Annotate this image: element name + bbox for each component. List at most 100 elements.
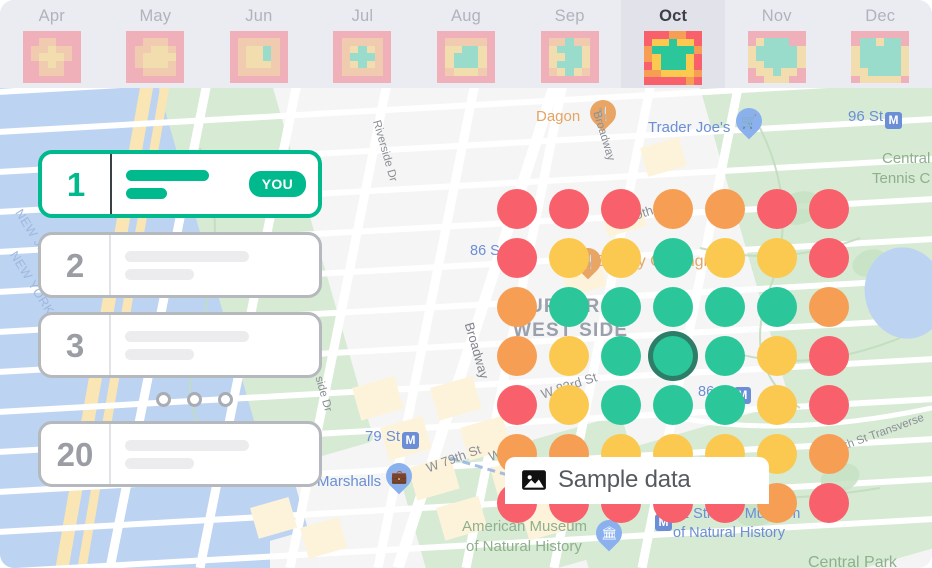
grid-dot-yellow[interactable]: [705, 237, 745, 278]
grid-dot-orange[interactable]: [809, 433, 849, 474]
grid-cell-3-5[interactable]: [751, 331, 803, 380]
grid-cell-0-2[interactable]: [595, 184, 647, 233]
grid-cell-1-5[interactable]: [751, 233, 803, 282]
grid-dot-green[interactable]: [757, 286, 797, 327]
grid-dot-orange[interactable]: [653, 188, 693, 229]
grid-dot-red[interactable]: [757, 188, 797, 229]
grid-dot-red[interactable]: [601, 188, 641, 229]
grid-cell-1-1[interactable]: [543, 233, 595, 282]
leaderboard-row-2[interactable]: 2: [38, 232, 322, 298]
ellipsis-dot: [217, 392, 233, 407]
grid-dot-orange[interactable]: [497, 335, 537, 376]
grid-cell-1-0[interactable]: [491, 233, 543, 282]
grid-cell-2-2[interactable]: [595, 282, 647, 331]
grid-cell-3-0[interactable]: [491, 331, 543, 380]
month-selector-strip[interactable]: Apr May Jun Jul Aug Sep Oct Nov Dec: [0, 0, 932, 88]
leaderboard-row-1[interactable]: 1 YOU: [38, 150, 322, 218]
grid-dot-red[interactable]: [809, 335, 849, 376]
grid-dot-green[interactable]: [653, 384, 693, 425]
grid-cell-5-6[interactable]: [803, 429, 855, 478]
leaderboard-row-20[interactable]: 20: [38, 421, 322, 487]
grid-cell-2-6[interactable]: [803, 282, 855, 331]
grid-dot-green[interactable]: [653, 237, 693, 278]
grid-cell-2-0[interactable]: [491, 282, 543, 331]
grid-dot-red[interactable]: [497, 237, 537, 278]
grid-cell-0-5[interactable]: [751, 184, 803, 233]
grid-cell-4-2[interactable]: [595, 380, 647, 429]
grid-cell-1-6[interactable]: [803, 233, 855, 282]
month-thumbnail-aug: [437, 31, 496, 83]
month-tab-jul[interactable]: Jul: [311, 0, 415, 88]
grid-cell-2-4[interactable]: [699, 282, 751, 331]
month-tab-apr[interactable]: Apr: [0, 0, 104, 88]
grid-dot-red[interactable]: [497, 384, 537, 425]
month-tab-sep[interactable]: Sep: [518, 0, 622, 88]
grid-dot-green[interactable]: [601, 384, 641, 425]
month-tab-may[interactable]: May: [104, 0, 208, 88]
grid-cell-3-6[interactable]: [803, 331, 855, 380]
grid-dot-red[interactable]: [497, 188, 537, 229]
grid-dot-orange[interactable]: [497, 286, 537, 327]
grid-cell-0-4[interactable]: [699, 184, 751, 233]
grid-cell-0-1[interactable]: [543, 184, 595, 233]
grid-dot-green[interactable]: [549, 286, 589, 327]
grid-dot-selected[interactable]: [653, 335, 693, 376]
grid-cell-4-6[interactable]: [803, 380, 855, 429]
grid-cell-3-3[interactable]: [647, 331, 699, 380]
grid-dot-green[interactable]: [705, 335, 745, 376]
grid-dot-green[interactable]: [705, 384, 745, 425]
grid-cell-0-6[interactable]: [803, 184, 855, 233]
grid-cell-0-3[interactable]: [647, 184, 699, 233]
grid-cell-4-0[interactable]: [491, 380, 543, 429]
grid-cell-4-5[interactable]: [751, 380, 803, 429]
map-label-trader-joes: Trader Joe's: [648, 119, 731, 136]
month-tab-oct[interactable]: Oct: [621, 0, 725, 88]
leaderboard-row-3[interactable]: 3: [38, 312, 322, 378]
grid-dot-yellow[interactable]: [549, 384, 589, 425]
month-tab-dec[interactable]: Dec: [829, 0, 932, 88]
grid-dot-yellow[interactable]: [757, 335, 797, 376]
grid-dot-yellow[interactable]: [549, 335, 589, 376]
grid-cell-1-4[interactable]: [699, 233, 751, 282]
grid-dot-red[interactable]: [809, 237, 849, 278]
grid-cell-3-2[interactable]: [595, 331, 647, 380]
grid-dot-red[interactable]: [809, 188, 849, 229]
grid-cell-2-1[interactable]: [543, 282, 595, 331]
grid-cell-1-2[interactable]: [595, 233, 647, 282]
store-pin-marshalls[interactable]: 💼: [380, 457, 418, 497]
grid-cell-0-0[interactable]: [491, 184, 543, 233]
leaderboard-name-placeholder-1: [126, 169, 241, 199]
grid-cell-4-4[interactable]: [699, 380, 751, 429]
grid-dot-green[interactable]: [705, 286, 745, 327]
grid-dot-red[interactable]: [549, 188, 589, 229]
grid-cell-3-1[interactable]: [543, 331, 595, 380]
store-pin-trader-joes[interactable]: 🛒: [730, 102, 768, 142]
grid-dot-red[interactable]: [809, 482, 849, 523]
grid-dot-yellow[interactable]: [601, 237, 641, 278]
grid-cell-3-4[interactable]: [699, 331, 751, 380]
month-tab-aug[interactable]: Aug: [414, 0, 518, 88]
grid-dot-yellow[interactable]: [757, 237, 797, 278]
grid-dot-red[interactable]: [809, 384, 849, 425]
leaderboard-body-1: YOU: [112, 169, 318, 199]
month-tab-jun[interactable]: Jun: [207, 0, 311, 88]
grid-dot-orange[interactable]: [705, 188, 745, 229]
grid-dot-yellow[interactable]: [549, 237, 589, 278]
grid-cell-2-5[interactable]: [751, 282, 803, 331]
month-tab-label: Aug: [451, 7, 482, 25]
map-label-marshalls: Marshalls: [317, 473, 382, 490]
grid-dot-orange[interactable]: [809, 286, 849, 327]
grid-dot-green[interactable]: [653, 286, 693, 327]
grid-dot-green[interactable]: [601, 286, 641, 327]
grid-dot-green[interactable]: [601, 335, 641, 376]
grid-dot-yellow[interactable]: [757, 384, 797, 425]
leaderboard-ellipsis: [38, 392, 322, 407]
grid-cell-4-1[interactable]: [543, 380, 595, 429]
month-tab-nov[interactable]: Nov: [725, 0, 829, 88]
map-label-amnh-2: of Natural History: [466, 538, 582, 555]
leaderboard-name-placeholder-20: [125, 439, 307, 469]
grid-cell-2-3[interactable]: [647, 282, 699, 331]
grid-cell-4-3[interactable]: [647, 380, 699, 429]
grid-cell-1-3[interactable]: [647, 233, 699, 282]
grid-cell-6-6[interactable]: [803, 478, 855, 527]
